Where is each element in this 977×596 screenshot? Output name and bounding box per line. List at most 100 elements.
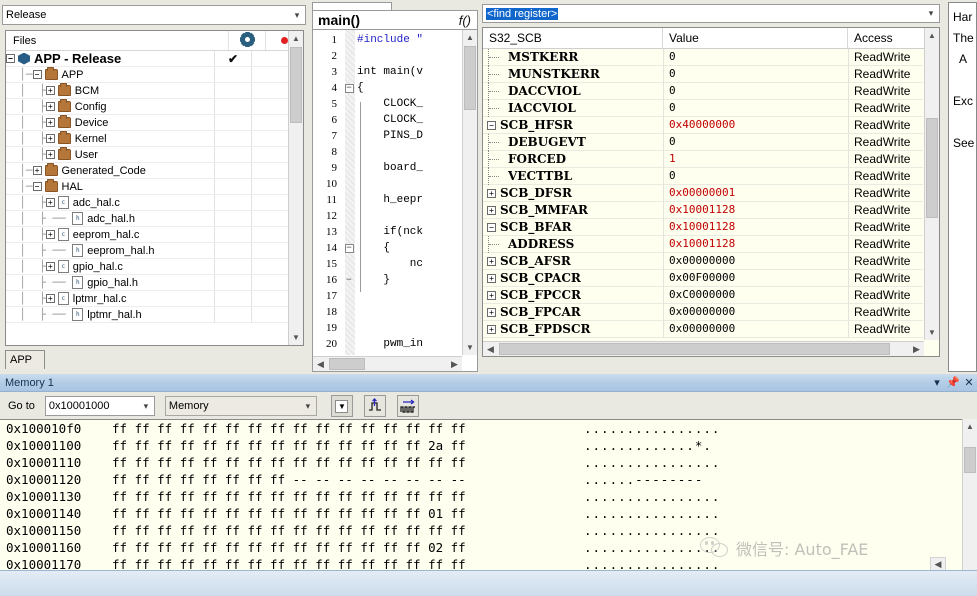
tree-expander[interactable]: +	[46, 118, 55, 127]
memory-row[interactable]: 0x10001170ff ff ff ff ff ff ff ff ff ff …	[0, 556, 977, 571]
register-value[interactable]: 0	[663, 49, 848, 66]
register-row[interactable]: FORCED1ReadWrite	[483, 151, 923, 168]
memory-waveform-button[interactable]	[397, 395, 419, 417]
memory-rows[interactable]: 0x100010f0ff ff ff ff ff ff ff ff ff ff …	[0, 420, 977, 571]
memory-ascii[interactable]: ................	[574, 540, 720, 555]
project-tree-rows[interactable]: −APP - Release✔ │─−APP │ ├+BCM │ ├+Confi…	[6, 51, 288, 345]
tree-flag-cell[interactable]	[251, 163, 288, 178]
registers-vertical-scrollbar[interactable]: ▲ ▼	[924, 28, 939, 340]
scroll-thumb[interactable]	[464, 46, 476, 110]
register-expander[interactable]: +	[487, 274, 496, 283]
register-expander[interactable]: +	[487, 257, 496, 266]
code-line[interactable]: 15 nc	[313, 256, 461, 272]
register-row[interactable]: MUNSTKERR0ReadWrite	[483, 66, 923, 83]
memory-ascii[interactable]: ................	[574, 455, 720, 470]
tree-build-cell[interactable]	[214, 195, 251, 210]
register-value[interactable]: 0x00000000	[663, 253, 848, 270]
register-row[interactable]: +SCB_MMFAR0x10001128ReadWrite	[483, 202, 923, 219]
register-value[interactable]: 0x00000001	[663, 185, 848, 202]
tree-build-cell[interactable]	[214, 243, 251, 258]
register-value[interactable]: 0x00000000	[663, 321, 848, 338]
scroll-down-icon[interactable]: ▼	[925, 325, 939, 340]
tree-expander[interactable]: +	[46, 150, 55, 159]
register-row[interactable]: MSTKERR0ReadWrite	[483, 49, 923, 66]
chevron-down-icon[interactable]: ▾	[138, 398, 154, 415]
memory-ascii[interactable]: ................	[574, 506, 720, 521]
register-expander[interactable]: +	[487, 291, 496, 300]
tree-build-cell[interactable]	[214, 99, 251, 114]
memory-row[interactable]: 0x10001140ff ff ff ff ff ff ff ff ff ff …	[0, 505, 977, 522]
memory-ascii[interactable]: ......--------	[574, 472, 703, 487]
fold-toggle-icon[interactable]: −	[345, 244, 354, 253]
code-line[interactable]: 8	[313, 144, 461, 160]
register-value[interactable]: 0	[663, 168, 848, 185]
registers-table[interactable]: S32_SCB Value Access MSTKERR0ReadWriteMU…	[482, 27, 940, 357]
chevron-down-icon[interactable]: ▾	[923, 5, 939, 22]
tree-build-cell[interactable]	[214, 131, 251, 146]
tree-build-cell[interactable]	[214, 259, 251, 274]
memory-bytes[interactable]: ff ff ff ff ff ff ff ff ff ff ff ff ff f…	[112, 455, 574, 470]
editor-text-area[interactable]: 1#include "23int main(v4−{5 CLOCK_6 CLOC…	[312, 30, 478, 372]
scroll-up-icon[interactable]: ▲	[463, 30, 477, 45]
build-configuration-combo[interactable]: Release ▾	[2, 5, 306, 25]
code-line[interactable]: 1#include "	[313, 32, 461, 48]
tree-build-cell[interactable]	[214, 275, 251, 290]
registers-horizontal-scrollbar[interactable]: ◀ ▶	[483, 341, 924, 356]
tree-build-cell[interactable]	[214, 211, 251, 226]
scroll-down-icon[interactable]: ▼	[463, 340, 477, 355]
tree-flag-cell[interactable]	[251, 115, 288, 130]
tree-expander[interactable]: +	[46, 294, 55, 303]
tree-item[interactable]: │─−APP	[6, 67, 288, 83]
panel-menu-icon[interactable]: ▾	[929, 376, 945, 389]
tree-item[interactable]: │ ├+clptmr_hal.c	[6, 291, 288, 307]
register-row[interactable]: ADDRESS0x10001128ReadWrite	[483, 236, 923, 253]
scroll-right-icon[interactable]: ▶	[909, 342, 924, 356]
register-row[interactable]: DACCVIOL0ReadWrite	[483, 83, 923, 100]
editor-vertical-scrollbar[interactable]: ▲ ▼	[462, 30, 477, 355]
tree-item[interactable]: │ ├+cgpio_hal.c	[6, 259, 288, 275]
tree-flag-cell[interactable]	[251, 259, 288, 274]
register-value[interactable]: 0	[663, 66, 848, 83]
tree-build-cell[interactable]	[214, 163, 251, 178]
scroll-thumb[interactable]	[329, 358, 365, 370]
memory-row[interactable]: 0x10001120ff ff ff ff ff ff ff ff -- -- …	[0, 471, 977, 488]
memory-row[interactable]: 0x10001160ff ff ff ff ff ff ff ff ff ff …	[0, 539, 977, 556]
project-tree-scrollbar[interactable]: ▲ ▼	[288, 31, 303, 345]
register-value[interactable]: 1	[663, 151, 848, 168]
function-list-icon[interactable]: f()	[459, 13, 477, 28]
memory-bytes[interactable]: ff ff ff ff ff ff ff ff ff ff ff ff ff f…	[112, 438, 574, 453]
help-detail-panel[interactable]: HarTheAExcSee	[948, 2, 977, 372]
scroll-thumb[interactable]	[290, 47, 302, 123]
register-row[interactable]: +SCB_CPACR0x00F00000ReadWrite	[483, 270, 923, 287]
pin-icon[interactable]: 📌	[945, 376, 961, 389]
tree-build-cell[interactable]	[214, 115, 251, 130]
memory-row[interactable]: 0x10001130ff ff ff ff ff ff ff ff ff ff …	[0, 488, 977, 505]
fold-column[interactable]: −	[341, 83, 357, 93]
tree-expander[interactable]: +	[46, 230, 55, 239]
scroll-right-icon[interactable]: ▶	[447, 357, 462, 371]
scroll-left-icon[interactable]: ◀	[313, 357, 328, 371]
register-expander[interactable]: +	[487, 189, 496, 198]
tree-item[interactable]: −APP - Release✔	[6, 51, 288, 67]
register-expander[interactable]: +	[487, 206, 496, 215]
memory-row[interactable]: 0x10001150ff ff ff ff ff ff ff ff ff ff …	[0, 522, 977, 539]
code-line[interactable]: 6 CLOCK_	[313, 112, 461, 128]
register-row[interactable]: +SCB_DFSR0x00000001ReadWrite	[483, 185, 923, 202]
scroll-thumb[interactable]	[499, 343, 890, 355]
register-expander[interactable]: −	[487, 121, 496, 130]
memory-bytes[interactable]: ff ff ff ff ff ff ff ff ff ff ff ff ff f…	[112, 523, 574, 538]
scroll-down-icon[interactable]: ▼	[289, 330, 303, 345]
register-value[interactable]: 0x40000000	[663, 117, 848, 134]
register-expander[interactable]: +	[487, 308, 496, 317]
fold-column[interactable]: −	[341, 243, 357, 253]
tree-item[interactable]: │ ├+Device	[6, 115, 288, 131]
tree-build-cell[interactable]	[214, 179, 251, 194]
tree-item[interactable]: │ ├ ── hadc_hal.h	[6, 211, 288, 227]
code-line[interactable]: 11 h_eepr	[313, 192, 461, 208]
code-line[interactable]: 12	[313, 208, 461, 224]
code-line[interactable]: 19	[313, 320, 461, 336]
tree-expander[interactable]: −	[33, 70, 42, 79]
register-row[interactable]: IACCVIOL0ReadWrite	[483, 100, 923, 117]
tree-item[interactable]: │ ├+cadc_hal.c	[6, 195, 288, 211]
project-tree[interactable]: Files −APP - Release✔ │─−APP │ ├+BCM │ ├…	[5, 30, 304, 346]
